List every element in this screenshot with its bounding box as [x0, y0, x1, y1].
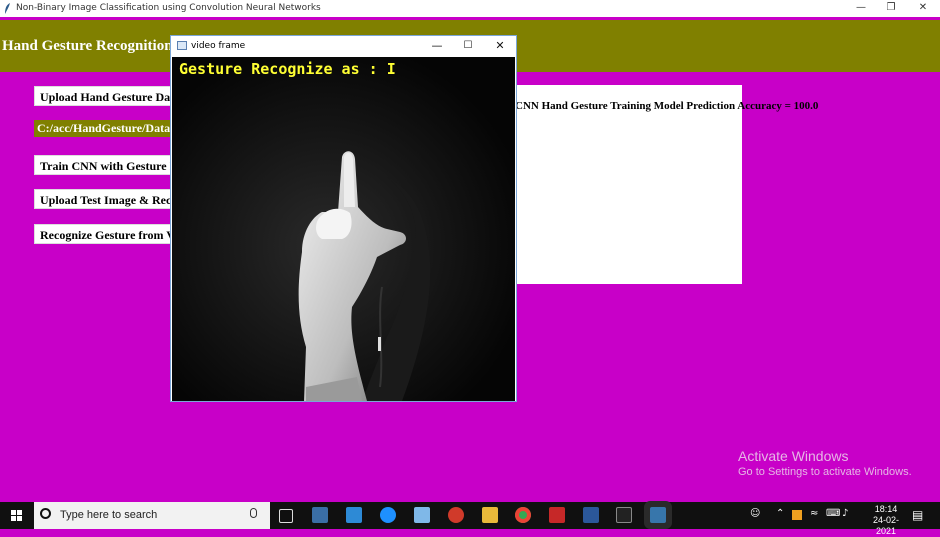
close-button[interactable]: ✕	[908, 0, 938, 17]
video-minimize-button[interactable]: —	[426, 38, 448, 54]
taskbar-search-box[interactable]: Type here to search	[34, 502, 270, 529]
show-hidden-icons-chevron-icon[interactable]: ⌃	[776, 508, 784, 519]
python-icon[interactable]	[650, 507, 666, 523]
people-icon[interactable]: ☺	[750, 508, 760, 519]
accuracy-text: CNN Hand Gesture Training Model Predicti…	[515, 100, 819, 112]
activate-windows-subtext: Go to Settings to activate Windows.	[738, 466, 912, 478]
explorer-icon[interactable]	[482, 507, 498, 523]
video-window-titlebar: video frame — ☐ ✕	[171, 36, 516, 56]
video-window-title: video frame	[191, 41, 246, 51]
notifications-icon[interactable]: ▤	[912, 508, 923, 522]
wifi-icon[interactable]: ≈	[810, 508, 818, 519]
word-icon[interactable]	[583, 507, 599, 523]
activate-windows-heading: Activate Windows	[738, 448, 849, 464]
store-icon[interactable]	[312, 507, 328, 523]
clock-time: 18:14	[874, 504, 898, 514]
cortana-circle-icon	[40, 508, 51, 519]
mail-icon[interactable]	[346, 507, 362, 523]
video-frame-image: Gesture Recognize as : I	[172, 57, 515, 401]
update-tray-icon[interactable]	[792, 510, 802, 520]
clock-date: 24-02-2021	[872, 515, 899, 536]
terminal-icon[interactable]	[616, 507, 632, 523]
volume-icon[interactable]: ♪	[842, 508, 848, 519]
hand-gesture-image	[172, 57, 515, 401]
windows-start-icon[interactable]	[0, 502, 34, 529]
edge-icon[interactable]	[380, 507, 396, 523]
gesture-result-overlay: Gesture Recognize as : I	[179, 60, 396, 78]
chrome-icon[interactable]	[515, 507, 531, 523]
taskbar-clock[interactable]: 18:14 24-02-2021	[866, 504, 906, 537]
window-app-icon	[177, 41, 187, 50]
activate-windows-watermark: Activate Windows Go to Settings to activ…	[738, 448, 912, 478]
antivirus-icon[interactable]	[448, 507, 464, 523]
microphone-icon[interactable]	[250, 508, 257, 518]
tk-feather-icon	[5, 3, 10, 14]
minimize-button[interactable]: —	[846, 0, 876, 17]
video-maximize-button[interactable]: ☐	[457, 38, 479, 54]
task-view-icon[interactable]	[279, 509, 293, 523]
restore-button[interactable]: ❐	[876, 0, 906, 17]
video-frame-window[interactable]: video frame — ☐ ✕ Gesture Recognize as:…	[170, 35, 517, 402]
window-title: Non-Binary Image Classification using Co…	[16, 3, 321, 13]
acrobat-icon[interactable]	[549, 507, 565, 523]
files-icon[interactable]	[414, 507, 430, 523]
ime-icon[interactable]: ⌨	[826, 508, 840, 519]
video-close-button[interactable]: ✕	[489, 38, 511, 54]
search-placeholder: Type here to search	[60, 509, 158, 521]
window-titlebar: Non-Binary Image Classification using Co…	[0, 0, 940, 17]
taskbar: Type here to search ☺ ⌃ ≈ ⌨ ♪ 18:14 24-0…	[0, 502, 940, 536]
